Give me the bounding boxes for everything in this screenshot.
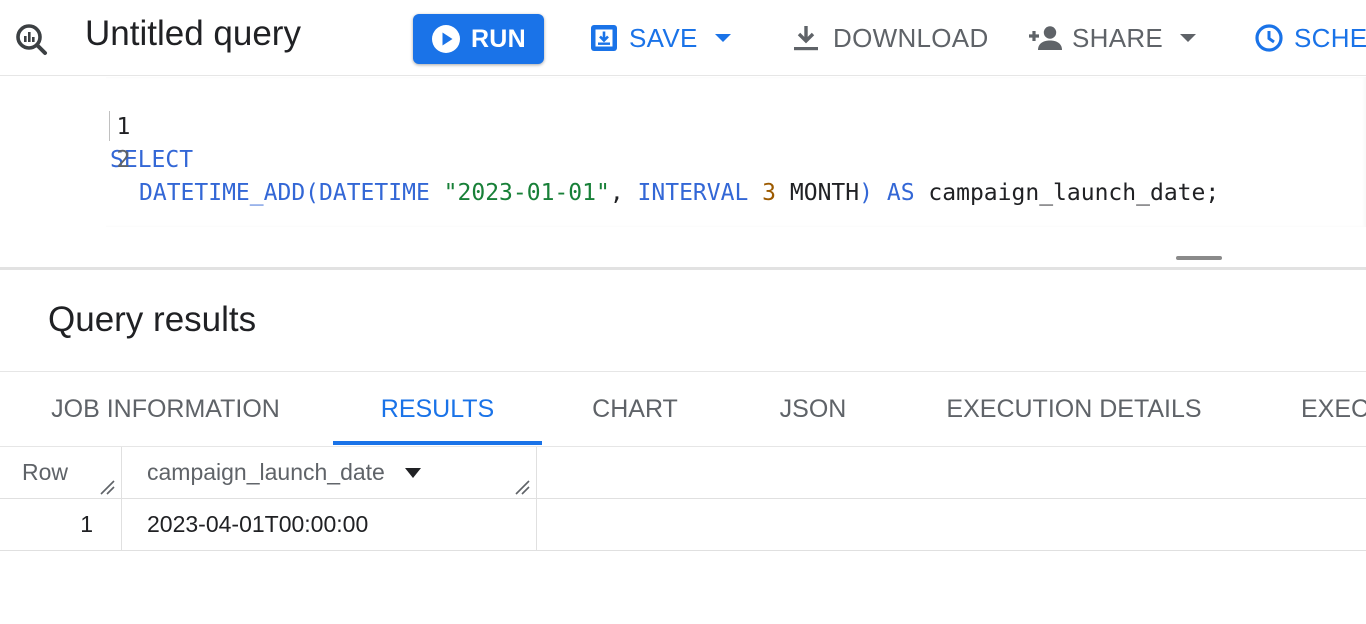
share-button[interactable]: SHARE — [1028, 14, 1197, 62]
keyword-interval: INTERVAL — [637, 180, 749, 206]
bigquery-logo-icon — [16, 24, 47, 55]
results-table: Row campaign_launch_date 1 2023-04-01T00… — [0, 447, 1366, 551]
run-button-label: RUN — [470, 24, 527, 53]
column-header-campaign-launch-date[interactable]: campaign_launch_date — [122, 447, 537, 498]
column-alias: campaign_launch_date; — [928, 180, 1220, 206]
run-button[interactable]: RUN — [413, 14, 544, 64]
schedule-button-label: SCHEDULE — [1294, 22, 1366, 53]
play-circle-icon — [431, 25, 460, 53]
column-resize-icon[interactable] — [514, 479, 532, 495]
results-title: Query results — [48, 300, 257, 339]
function-datetime-add: DATETIME_ADD( — [139, 180, 320, 206]
string-literal: "2023-01-01" — [443, 180, 610, 206]
indent-guide — [109, 111, 110, 141]
table-row: 1 2023-04-01T00:00:00 — [0, 499, 1366, 551]
tab-json[interactable]: JSON — [748, 372, 878, 447]
clock-icon — [1255, 24, 1283, 52]
code-close-paren: ) — [859, 180, 873, 206]
sort-down-icon[interactable] — [404, 467, 421, 478]
line-number: 2 — [116, 147, 131, 173]
download-icon — [794, 26, 818, 51]
column-header-row: Row — [0, 447, 122, 498]
table-header-row: Row campaign_launch_date — [0, 447, 1366, 499]
keyword-as: AS — [886, 180, 915, 206]
save-icon — [591, 25, 617, 51]
code-comma: , — [609, 180, 638, 206]
editor-divider — [0, 267, 1366, 270]
query-title[interactable]: Untitled query — [85, 14, 301, 54]
tab-results[interactable]: RESULTS — [333, 372, 542, 447]
code-line-2[interactable]: 2 DATETIME_ADD(DATETIME "2023-01-01", IN… — [0, 111, 1366, 206]
tab-execution-graph[interactable]: EXECUTION GRAPH — [1301, 372, 1366, 447]
keyword-datetime: DATETIME — [319, 180, 430, 206]
query-toolbar: Untitled query RUN SAVE DOWNLOAD SHARE S… — [0, 0, 1366, 76]
row-number-cell: 1 — [0, 499, 122, 550]
keyword-month: MONTH — [789, 180, 860, 206]
code-line-1[interactable]: 1 SELECT — [0, 78, 1366, 173]
tab-execution-details[interactable]: EXECUTION DETAILS — [928, 372, 1220, 447]
sql-editor[interactable]: 1 SELECT 2 DATETIME_ADD(DATETIME "2023-0… — [0, 77, 1366, 267]
save-button-label: SAVE — [629, 22, 698, 53]
number-literal: 3 — [762, 180, 777, 206]
column-header-label: Row — [22, 459, 69, 485]
download-button[interactable]: DOWNLOAD — [791, 14, 989, 62]
column-resize-icon[interactable] — [99, 479, 117, 495]
column-header-label: campaign_launch_date — [147, 459, 385, 485]
campaign-launch-date-cell[interactable]: 2023-04-01T00:00:00 — [122, 499, 537, 550]
editor-resize-handle[interactable] — [1176, 256, 1222, 260]
download-button-label: DOWNLOAD — [833, 22, 989, 53]
person-add-icon — [1029, 26, 1062, 50]
tab-job-information[interactable]: JOB INFORMATION — [28, 372, 303, 447]
active-tab-indicator — [333, 441, 542, 445]
chevron-down-icon — [714, 34, 731, 42]
tab-chart[interactable]: CHART — [562, 372, 708, 447]
results-tabs: JOB INFORMATION RESULTS CHART JSON EXECU… — [0, 371, 1366, 447]
schedule-button[interactable]: SCHEDULE — [1254, 14, 1366, 62]
chevron-down-icon — [1180, 34, 1197, 42]
share-button-label: SHARE — [1072, 22, 1164, 53]
save-button[interactable]: SAVE — [589, 14, 732, 62]
